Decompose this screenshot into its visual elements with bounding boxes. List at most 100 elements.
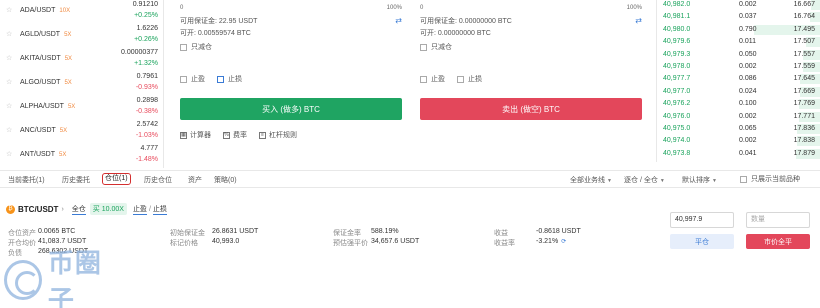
calculator-tool[interactable]: ▦ 计算器 <box>180 130 211 140</box>
star-icon[interactable]: ☆ <box>6 151 14 159</box>
market-symbol: AGLD/USDT 5X <box>20 31 71 38</box>
star-icon[interactable]: ☆ <box>6 31 14 39</box>
market-price: 1.6226 <box>136 25 158 32</box>
market-row[interactable]: ☆ ALGO/USDT 5X 0.7961 -0.93% <box>0 72 163 96</box>
orderbook-total: 17.879 <box>793 149 815 157</box>
market-row[interactable]: ☆ AGLD/USDT 5X 1.6226 +0.26% <box>0 24 163 48</box>
market-row[interactable]: ☆ ADA/USDT 10X 0.91210 +0.25% <box>0 0 163 24</box>
sell-stop-loss-label: 止损 <box>468 76 482 83</box>
position-symbol[interactable]: BTC/USDT <box>18 205 58 214</box>
mark-price-value: 40,993.0 <box>212 238 240 245</box>
market-change: -0.38% <box>135 108 158 115</box>
sell-reduce-only[interactable]: 只减仓 <box>420 42 452 52</box>
tab-order-history[interactable]: 历史委托 <box>62 175 90 185</box>
position-margin-mode[interactable]: 全仓 <box>71 204 86 215</box>
sell-short-button[interactable]: 卖出 (做空) BTC <box>420 98 642 120</box>
orderbook-row[interactable]: 40,977.0 0.024 17.669 <box>657 86 820 97</box>
market-price: 0.7961 <box>136 73 158 80</box>
orderbook-quantity: 0.011 <box>739 38 756 46</box>
sort-filter[interactable]: 默认排序 ▼ <box>682 175 717 185</box>
star-icon[interactable]: ☆ <box>6 103 14 111</box>
orderbook-row[interactable]: 40,978.0 0.002 17.559 <box>657 62 820 72</box>
market-row[interactable]: ☆ AKITA/USDT 5X 0.00000377 +1.32% <box>0 48 163 72</box>
buy-slider-scale[interactable]: 0 100% <box>180 5 402 13</box>
buy-available-margin: 可用保证金: 22.95 USDT <box>180 18 258 25</box>
orderbook-row[interactable]: 40,982.0 0.002 16.667 <box>657 0 820 10</box>
margin-mode-label: 逐仓 / 全仓 <box>624 177 658 184</box>
tab-assets[interactable]: 资产 <box>188 175 202 185</box>
market-close-all-button[interactable]: 市价全平 <box>746 234 810 249</box>
market-symbol: ANT/USDT 5X <box>20 151 66 158</box>
tab-current-orders[interactable]: 当前委托(1) <box>8 175 45 185</box>
orderbook-row[interactable]: 40,975.0 0.065 17.836 <box>657 124 820 134</box>
orderbook-row[interactable]: 40,979.3 0.050 17.557 <box>657 49 820 60</box>
market-leverage: 5X <box>64 80 72 86</box>
current-symbol-only[interactable]: 只展示当前品种 <box>740 174 800 184</box>
orderbook-price: 40,980.0 <box>663 25 691 33</box>
leverage-rules-label: 杠杆规则 <box>269 132 297 139</box>
star-icon[interactable]: ☆ <box>6 79 14 87</box>
orderbook-row[interactable]: 40,976.2 0.100 17.769 <box>657 99 820 110</box>
watermark-logo: 币圈子 <box>4 249 124 308</box>
buy-long-button[interactable]: 买入 (做多) BTC <box>180 98 402 120</box>
position-asset: 仓位资产 0.0065 BTC <box>8 228 158 238</box>
orderbook-row[interactable]: 40,976.0 0.002 17.771 <box>657 111 820 122</box>
pnl-rate-label: 收益率 <box>494 240 515 247</box>
tab-positions[interactable]: 仓位(1) <box>102 173 131 185</box>
close-price-input[interactable]: 40,997.9 <box>670 212 734 228</box>
take-profit-checkbox[interactable] <box>180 75 187 83</box>
share-icon[interactable]: ⟳ <box>561 239 566 245</box>
leverage-rules-tool[interactable]: ≡ 杠杆规则 <box>259 130 297 140</box>
orderbook-row[interactable]: 40,981.1 0.037 16.764 <box>657 12 820 23</box>
position-take-profit-link[interactable]: 止盈 <box>132 204 147 215</box>
close-quantity-input[interactable]: 数量 <box>746 212 810 228</box>
market-row[interactable]: ☆ ALPHA/USDT 5X 0.2898 -0.38% <box>0 96 163 120</box>
orderbook-total: 17.645 <box>793 75 815 83</box>
fee-rate-tool[interactable]: % 费率 <box>223 130 247 140</box>
tools-row: ▦ 计算器 % 费率 ≡ 杠杆规则 <box>180 130 309 140</box>
tab-position-history[interactable]: 历史仓位 <box>144 175 172 185</box>
buy-reduce-only[interactable]: 只减仓 <box>180 42 212 52</box>
trade-form: 0 100% 可用保证金: 22.95 USDT ⇄ 可开: 0.0055957… <box>170 0 650 168</box>
pnl-rate-wrap: -3.21% ⟳ <box>536 238 566 245</box>
market-change: +0.26% <box>134 36 158 43</box>
market-symbol: AKITA/USDT 5X <box>20 55 72 62</box>
star-icon[interactable]: ☆ <box>6 55 14 63</box>
orderbook-quantity: 0.050 <box>739 50 757 58</box>
orderbook-row[interactable]: 40,979.6 0.011 17.507 <box>657 37 820 48</box>
orderbook-total: 17.495 <box>793 25 815 33</box>
sell-available-margin: 可用保证金: 0.00000000 BTC <box>420 18 512 25</box>
chevron-down-icon: ▼ <box>712 178 717 184</box>
market-leverage: 5X <box>64 56 73 62</box>
market-row[interactable]: ☆ ANC/USDT 5X 2.5742 -1.03% <box>0 120 163 144</box>
buy-tpsl-row: 止盈 止损 <box>180 74 242 84</box>
margin-mode-filter[interactable]: 逐仓 / 全仓 ▼ <box>624 175 665 185</box>
market-price: 0.00000377 <box>121 49 158 56</box>
take-profit-checkbox[interactable] <box>420 75 427 83</box>
market-change: +1.32% <box>134 60 158 67</box>
current-symbol-only-label: 只展示当前品种 <box>751 176 800 183</box>
orderbook-total: 17.836 <box>793 125 815 132</box>
star-icon[interactable]: ☆ <box>6 127 14 135</box>
business-line-filter[interactable]: 全部业务线 ▼ <box>570 175 612 185</box>
position-stop-loss-link[interactable]: 止损 <box>152 204 167 215</box>
swap-icon[interactable]: ⇄ <box>635 16 642 25</box>
orderbook-row[interactable]: 40,973.8 0.041 17.879 <box>657 148 820 159</box>
stop-loss-checkbox[interactable] <box>217 75 224 83</box>
orderbook-row[interactable]: 40,980.0 0.790 17.495 <box>657 24 820 35</box>
position-asset-label: 仓位资产 <box>8 230 36 237</box>
pnl-rate: 收益率 -3.21% ⟳ <box>494 238 604 248</box>
sell-slider-scale[interactable]: 0 100% <box>420 5 642 13</box>
star-icon[interactable]: ☆ <box>6 7 14 15</box>
orderbook-row[interactable]: 40,974.0 0.002 17.838 <box>657 136 820 147</box>
btc-coin-icon: ₿ <box>6 204 15 214</box>
sell-reduce-only-label: 只减仓 <box>431 44 452 51</box>
market-row[interactable]: ☆ ANT/USDT 5X 4.777 -1.48% <box>0 144 163 168</box>
orderbook-total: 17.769 <box>793 100 815 108</box>
swap-icon[interactable]: ⇄ <box>395 16 402 25</box>
est-liquidation-label: 预估强平价 <box>333 240 368 247</box>
close-position-button[interactable]: 平仓 <box>670 234 734 249</box>
tab-strategies[interactable]: 策略(0) <box>214 175 237 185</box>
orderbook-row[interactable]: 40,977.7 0.086 17.645 <box>657 74 820 85</box>
stop-loss-checkbox[interactable] <box>457 75 464 83</box>
